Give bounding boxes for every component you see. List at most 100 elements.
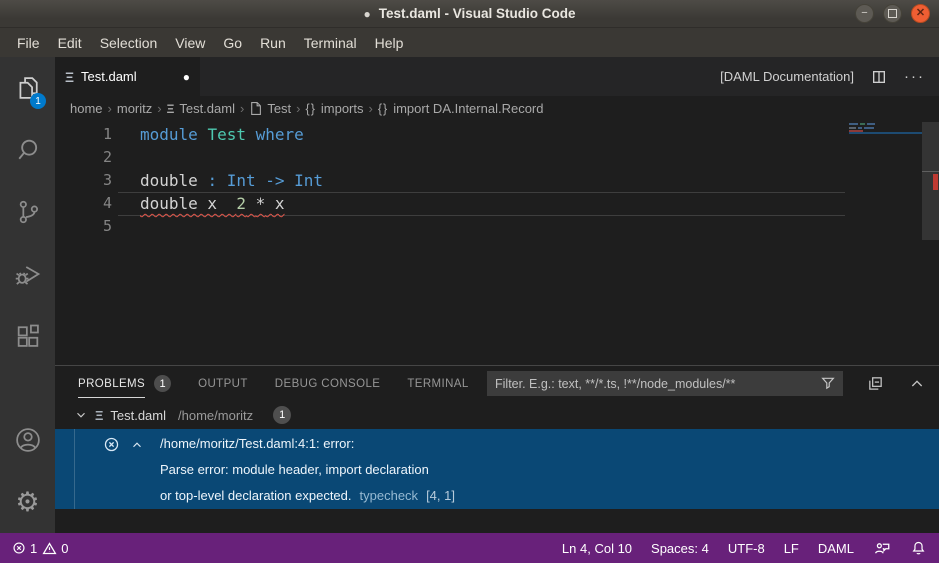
panel-tab-problems[interactable]: PROBLEMS 1 <box>78 366 171 401</box>
breadcrumb-item-module[interactable]: Test <box>249 101 291 116</box>
breadcrumb-item-file[interactable]: Ξ Test.daml <box>167 101 235 116</box>
extensions-icon <box>14 322 42 350</box>
sidebar-item-run-debug[interactable] <box>0 243 55 305</box>
code-line-1[interactable]: 1module Test where <box>55 123 939 146</box>
panel-tab-output[interactable]: OUTPUT <box>198 366 248 401</box>
line-number: 2 <box>55 146 112 169</box>
debug-icon <box>14 260 42 288</box>
sidebar-item-explorer[interactable]: 1 <box>0 57 55 119</box>
minimap-mark <box>867 123 875 125</box>
panel-tab-terminal[interactable]: TERMINAL <box>407 366 468 401</box>
problems-filter <box>487 371 843 396</box>
code-line-4[interactable]: 4double x 2 * x <box>55 192 939 215</box>
breadcrumb-item-import-record[interactable]: {} import DA.Internal.Record <box>378 101 544 116</box>
language-mode[interactable]: DAML <box>818 541 854 556</box>
split-editor-icon[interactable] <box>871 69 887 85</box>
problem-item-error[interactable]: /home/moritz/Test.daml:4:1: error: Parse… <box>55 429 939 509</box>
error-position: [4, 1] <box>426 488 455 503</box>
editor-scrollbar[interactable] <box>922 121 939 365</box>
tree-indent-guide <box>74 429 75 509</box>
indentation[interactable]: Spaces: 4 <box>651 541 709 556</box>
line-number: 4 <box>55 192 112 215</box>
menu-item-go[interactable]: Go <box>214 35 251 51</box>
menu-item-run[interactable]: Run <box>251 35 295 51</box>
code-text: double : Int -> Int <box>140 169 323 192</box>
maximize-panel-icon[interactable] <box>909 376 925 392</box>
editor-actions: [DAML Documentation] ··· <box>720 57 939 96</box>
problems-file-path: /home/moritz <box>178 408 253 423</box>
collapse-all-icon[interactable] <box>867 375 884 392</box>
sidebar-item-accounts[interactable] <box>0 409 55 471</box>
eol-indicator[interactable]: LF <box>784 541 799 556</box>
menu-item-file[interactable]: File <box>8 35 49 51</box>
error-message-line3: or top-level declaration expected.typech… <box>160 483 455 509</box>
error-message-line2: Parse error: module header, import decla… <box>160 457 455 483</box>
minimap-mark <box>860 123 865 125</box>
breadcrumb-separator: › <box>235 101 249 116</box>
tab-label: Test.daml <box>81 69 137 84</box>
code-editor[interactable]: 1module Test where23double : Int -> Int4… <box>55 121 939 365</box>
problems-status[interactable]: 1 0 <box>12 541 68 556</box>
breadcrumb-separator: › <box>291 101 305 116</box>
sidebar-item-search[interactable] <box>0 119 55 181</box>
main-area: 1 <box>0 57 939 533</box>
close-button[interactable]: ✕ <box>911 4 930 23</box>
feedback-icon[interactable] <box>873 539 891 557</box>
daml-file-icon: Ξ <box>95 408 103 423</box>
cursor-position[interactable]: Ln 4, Col 10 <box>562 541 632 556</box>
sidebar-item-source-control[interactable] <box>0 181 55 243</box>
modified-dot-icon: ● <box>363 7 370 21</box>
chevron-up-icon[interactable] <box>130 438 144 452</box>
source-control-icon <box>14 198 42 226</box>
scrollbar-divider <box>922 171 939 172</box>
panel-header: PROBLEMS 1 OUTPUT DEBUG CONSOLE TERMINAL <box>55 366 939 401</box>
menu-item-view[interactable]: View <box>166 35 214 51</box>
minimap[interactable] <box>845 121 922 365</box>
account-icon <box>13 425 43 455</box>
activity-bar: 1 <box>0 57 55 533</box>
gear-icon: ⚙ <box>15 487 39 518</box>
code-line-5[interactable]: 5 <box>55 215 939 238</box>
problems-list: Ξ Test.daml /home/moritz 1 <box>55 401 939 533</box>
status-bar: 1 0 Ln 4, Col 10 Spaces: 4 UTF-8 LF DAML <box>0 533 939 563</box>
more-actions-icon[interactable]: ··· <box>904 68 925 85</box>
menu-item-edit[interactable]: Edit <box>49 35 91 51</box>
code-line-2[interactable]: 2 <box>55 146 939 169</box>
problems-file-group[interactable]: Ξ Test.daml /home/moritz 1 <box>55 401 939 429</box>
menu-item-terminal[interactable]: Terminal <box>295 35 366 51</box>
breadcrumb-item-imports[interactable]: {} imports <box>306 101 364 116</box>
window-controls: − ✕ <box>855 4 930 23</box>
menu-item-help[interactable]: Help <box>366 35 413 51</box>
panel-tab-label: PROBLEMS <box>78 369 145 398</box>
code-line-3[interactable]: 3double : Int -> Int <box>55 169 939 192</box>
minimap-mark <box>849 123 858 125</box>
tab-test-daml[interactable]: Ξ Test.daml ● <box>55 57 200 96</box>
panel-badge: 1 <box>154 375 171 392</box>
overview-error-marker <box>933 174 938 190</box>
breadcrumb-separator: › <box>103 101 117 116</box>
chevron-down-icon <box>74 408 88 422</box>
breadcrumb-item-home[interactable]: home <box>70 101 103 116</box>
maximize-button[interactable] <box>883 4 902 23</box>
minimize-button[interactable]: − <box>855 4 874 23</box>
line-number: 5 <box>55 215 112 238</box>
breadcrumb-separator: › <box>364 101 378 116</box>
problems-count-badge: 1 <box>273 406 291 424</box>
encoding[interactable]: UTF-8 <box>728 541 765 556</box>
sidebar-item-settings[interactable]: ⚙ <box>0 471 55 533</box>
breadcrumb-separator: › <box>152 101 166 116</box>
daml-file-icon: Ξ <box>65 69 74 85</box>
menu-item-selection[interactable]: Selection <box>91 35 167 51</box>
breadcrumb-item-moritz[interactable]: moritz <box>117 101 152 116</box>
tab-modified-dot-icon[interactable]: ● <box>183 70 190 84</box>
daml-documentation-button[interactable]: [DAML Documentation] <box>720 69 854 84</box>
status-right: Ln 4, Col 10 Spaces: 4 UTF-8 LF DAML <box>562 539 927 557</box>
sidebar-item-extensions[interactable] <box>0 305 55 367</box>
panel-tab-debug-console[interactable]: DEBUG CONSOLE <box>275 366 381 401</box>
filter-input[interactable] <box>487 371 843 396</box>
menu-bar: FileEditSelectionViewGoRunTerminalHelp <box>0 28 939 57</box>
braces-icon: {} <box>378 102 388 116</box>
maximize-icon <box>888 9 897 18</box>
bell-icon[interactable] <box>910 540 927 557</box>
panel-tab-label: TERMINAL <box>407 369 468 398</box>
